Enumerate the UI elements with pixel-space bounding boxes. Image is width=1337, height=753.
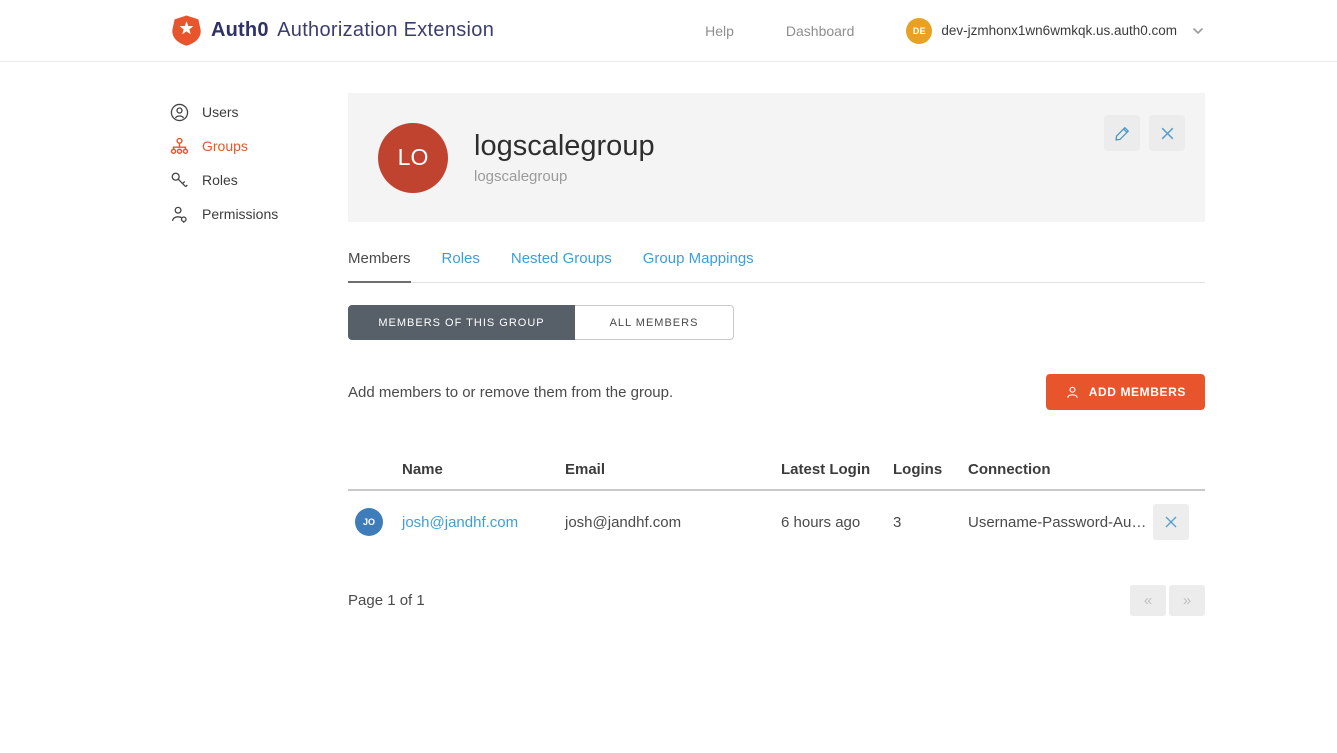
members-table: Name Email Latest Login Logins Connectio… <box>348 450 1205 553</box>
close-icon <box>1159 125 1176 142</box>
chevron-down-icon <box>1192 27 1204 35</box>
sidebar-item-users[interactable]: Users <box>170 95 348 129</box>
add-user-icon <box>1065 385 1080 400</box>
previous-page-button[interactable]: « <box>1130 585 1166 616</box>
tab-group-mappings[interactable]: Group Mappings <box>643 250 754 282</box>
pagination: Page 1 of 1 « » <box>348 585 1205 616</box>
tab-members[interactable]: Members <box>348 250 411 282</box>
member-avatar: JO <box>355 508 383 536</box>
pencil-icon <box>1114 125 1131 142</box>
group-tabs: Members Roles Nested Groups Group Mappin… <box>348 250 1205 283</box>
sidebar-item-groups[interactable]: Groups <box>170 129 348 163</box>
group-actions <box>1104 115 1185 151</box>
brand-name: Auth0 <box>211 19 269 41</box>
group-subtitle: logscalegroup <box>474 168 655 185</box>
keys-icon <box>170 171 189 190</box>
sidebar: Users Groups <box>170 62 348 231</box>
user-circle-icon <box>170 103 189 122</box>
column-header-name: Name <box>402 461 565 478</box>
member-latest-login: 6 hours ago <box>781 514 893 531</box>
group-avatar: LO <box>378 123 448 193</box>
tab-roles[interactable]: Roles <box>442 250 480 282</box>
page-title: Authorization Extension <box>277 19 494 41</box>
table-header-row: Name Email Latest Login Logins Connectio… <box>348 450 1205 491</box>
tenant-domain: dev-jzmhonx1wn6wmkqk.us.auth0.com <box>941 23 1177 38</box>
auth0-shield-icon <box>172 15 201 46</box>
tab-nested-groups[interactable]: Nested Groups <box>511 250 612 282</box>
members-description: Add members to or remove them from the g… <box>348 384 673 401</box>
member-name-link[interactable]: josh@jandhf.com <box>402 514 518 531</box>
page-indicator: Page 1 of 1 <box>348 592 425 609</box>
dashboard-link[interactable]: Dashboard <box>786 23 855 39</box>
members-header: Add members to or remove them from the g… <box>348 374 1205 410</box>
add-members-label: ADD MEMBERS <box>1089 385 1186 399</box>
tenant-menu[interactable]: DE dev-jzmhonx1wn6wmkqk.us.auth0.com <box>906 18 1204 44</box>
app-header: Auth0 Authorization Extension Help Dashb… <box>0 0 1337 62</box>
sidebar-item-label: Permissions <box>202 206 278 222</box>
main-content: LO logscalegroup logscalegroup <box>348 62 1205 616</box>
sidebar-item-roles[interactable]: Roles <box>170 163 348 197</box>
page: Auth0 Authorization Extension Help Dashb… <box>0 0 1337 753</box>
sidebar-item-label: Roles <box>202 172 238 188</box>
close-group-button[interactable] <box>1149 115 1185 151</box>
group-header-panel: LO logscalegroup logscalegroup <box>348 93 1205 222</box>
column-header-email: Email <box>565 461 781 478</box>
column-header-connection: Connection <box>968 461 1153 478</box>
close-icon <box>1163 514 1179 530</box>
member-connection: Username-Password-Au… <box>968 514 1153 531</box>
sidebar-item-label: Users <box>202 104 239 120</box>
tenant-avatar: DE <box>906 18 932 44</box>
toggle-members-of-this-group[interactable]: MEMBERS OF THIS GROUP <box>348 305 575 340</box>
header-nav: Help Dashboard DE dev-jzmhonx1wn6wmkqk.u… <box>705 18 1204 44</box>
next-page-button[interactable]: » <box>1169 585 1205 616</box>
edit-group-button[interactable] <box>1104 115 1140 151</box>
remove-member-button[interactable] <box>1153 504 1189 540</box>
table-row: JO josh@jandhf.com josh@jandhf.com 6 hou… <box>348 491 1205 553</box>
sidebar-item-permissions[interactable]: Permissions <box>170 197 348 231</box>
column-header-logins: Logins <box>893 461 968 478</box>
group-title: logscalegroup <box>474 130 655 163</box>
sidebar-item-label: Groups <box>202 138 248 154</box>
help-link[interactable]: Help <box>705 23 734 39</box>
org-chart-icon <box>170 137 189 156</box>
column-header-latest-login: Latest Login <box>781 461 893 478</box>
user-badge-icon <box>170 205 189 224</box>
member-logins: 3 <box>893 514 968 531</box>
app-logo[interactable]: Auth0 Authorization Extension <box>172 15 494 46</box>
toggle-all-members[interactable]: ALL MEMBERS <box>575 305 734 340</box>
add-members-button[interactable]: ADD MEMBERS <box>1046 374 1205 410</box>
members-filter-toggle: MEMBERS OF THIS GROUP ALL MEMBERS <box>348 305 1205 340</box>
member-email: josh@jandhf.com <box>565 514 781 531</box>
